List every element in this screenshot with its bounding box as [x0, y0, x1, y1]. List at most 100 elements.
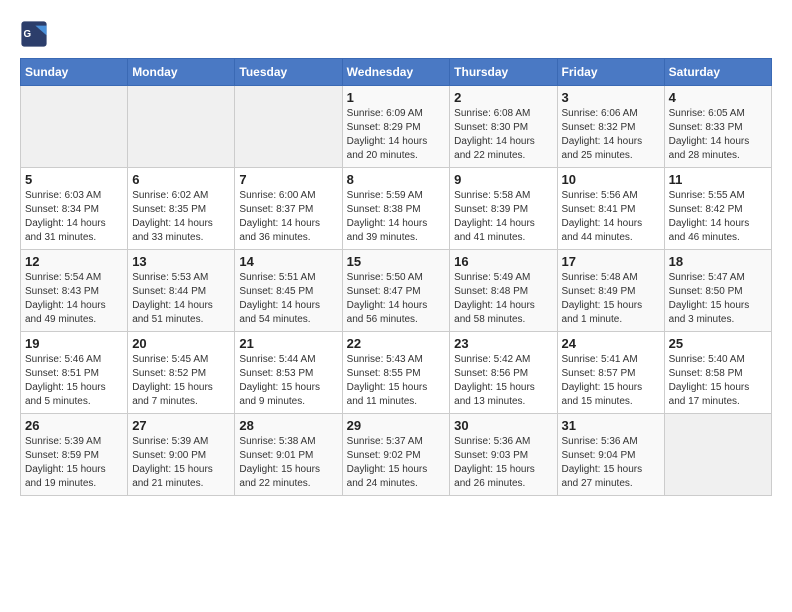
calendar-week-0: 1 Sunrise: 6:09 AM Sunset: 8:29 PM Daylig…: [21, 86, 772, 168]
calendar-cell: 21 Sunrise: 5:44 AM Sunset: 8:53 PM Dayli…: [235, 332, 342, 414]
calendar-cell: 11 Sunrise: 5:55 AM Sunset: 8:42 PM Dayli…: [664, 168, 771, 250]
calendar-cell: 30Sunrise: 5:36 AM Sunset: 9:03 PM Dayli…: [450, 414, 557, 496]
calendar-cell: 18 Sunrise: 5:47 AM Sunset: 8:50 PM Dayli…: [664, 250, 771, 332]
day-number: 16: [454, 254, 552, 269]
day-content: Sunrise: 5:58 AM Sunset: 8:39 PM Dayligh…: [454, 189, 552, 245]
day-content: Sunrise: 5:44 AM Sunset: 8:53 PM Dayligh…: [239, 353, 337, 409]
day-content: Sunrise: 5:56 AM Sunset: 8:41 PM Dayligh…: [562, 189, 660, 245]
day-number: 21: [239, 336, 337, 351]
weekday-header-thursday: Thursday: [450, 59, 557, 86]
day-content: Sunrise: 5:59 AM Sunset: 8:38 PM Dayligh…: [347, 189, 446, 245]
weekday-header-saturday: Saturday: [664, 59, 771, 86]
day-content: Sunrise: 6:02 AM Sunset: 8:35 PM Dayligh…: [132, 189, 230, 245]
calendar-cell: 9 Sunrise: 5:58 AM Sunset: 8:39 PM Daylig…: [450, 168, 557, 250]
weekday-row: SundayMondayTuesdayWednesdayThursdayFrid…: [21, 59, 772, 86]
day-number: 24: [562, 336, 660, 351]
day-number: 9: [454, 172, 552, 187]
day-number: 31: [562, 418, 660, 433]
day-content: Sunrise: 5:49 AM Sunset: 8:48 PM Dayligh…: [454, 271, 552, 327]
day-number: 23: [454, 336, 552, 351]
calendar-cell: 6Sunrise: 6:02 AM Sunset: 8:35 PM Daylig…: [128, 168, 235, 250]
day-number: 10: [562, 172, 660, 187]
day-content: Sunrise: 5:53 AM Sunset: 8:44 PM Dayligh…: [132, 271, 230, 327]
day-content: Sunrise: 5:50 AM Sunset: 8:47 PM Dayligh…: [347, 271, 446, 327]
calendar-cell: [21, 86, 128, 168]
day-content: Sunrise: 5:40 AM Sunset: 8:58 PM Dayligh…: [669, 353, 767, 409]
calendar-cell: 1 Sunrise: 6:09 AM Sunset: 8:29 PM Daylig…: [342, 86, 450, 168]
day-content: Sunrise: 6:06 AM Sunset: 8:32 PM Dayligh…: [562, 107, 660, 163]
day-content: Sunrise: 6:00 AM Sunset: 8:37 PM Dayligh…: [239, 189, 337, 245]
day-content: Sunrise: 5:41 AM Sunset: 8:57 PM Dayligh…: [562, 353, 660, 409]
day-number: 12: [25, 254, 123, 269]
day-number: 2: [454, 90, 552, 105]
calendar-cell: 4 Sunrise: 6:05 AM Sunset: 8:33 PM Daylig…: [664, 86, 771, 168]
day-number: 18: [669, 254, 767, 269]
day-content: Sunrise: 5:37 AM Sunset: 9:02 PM Dayligh…: [347, 435, 446, 491]
calendar-cell: 12 Sunrise: 5:54 AM Sunset: 8:43 PM Dayli…: [21, 250, 128, 332]
day-number: 17: [562, 254, 660, 269]
calendar-cell: 3 Sunrise: 6:06 AM Sunset: 8:32 PM Daylig…: [557, 86, 664, 168]
day-number: 28: [239, 418, 337, 433]
calendar-cell: 25 Sunrise: 5:40 AM Sunset: 8:58 PM Dayli…: [664, 332, 771, 414]
calendar-cell: [235, 86, 342, 168]
day-content: Sunrise: 5:45 AM Sunset: 8:52 PM Dayligh…: [132, 353, 230, 409]
calendar-cell: [128, 86, 235, 168]
day-number: 25: [669, 336, 767, 351]
calendar-table: SundayMondayTuesdayWednesdayThursdayFrid…: [20, 58, 772, 496]
calendar-week-2: 12 Sunrise: 5:54 AM Sunset: 8:43 PM Dayli…: [21, 250, 772, 332]
calendar-cell: 27 Sunrise: 5:39 AM Sunset: 9:00 PM Dayli…: [128, 414, 235, 496]
logo: G: [20, 20, 52, 48]
day-content: Sunrise: 5:43 AM Sunset: 8:55 PM Dayligh…: [347, 353, 446, 409]
day-number: 4: [669, 90, 767, 105]
calendar-cell: 20 Sunrise: 5:45 AM Sunset: 8:52 PM Dayli…: [128, 332, 235, 414]
calendar-cell: 22 Sunrise: 5:43 AM Sunset: 8:55 PM Dayli…: [342, 332, 450, 414]
day-number: 11: [669, 172, 767, 187]
day-content: Sunrise: 5:47 AM Sunset: 8:50 PM Dayligh…: [669, 271, 767, 327]
day-content: Sunrise: 5:39 AM Sunset: 8:59 PM Dayligh…: [25, 435, 123, 491]
day-number: 27: [132, 418, 230, 433]
calendar-cell: 14 Sunrise: 5:51 AM Sunset: 8:45 PM Dayli…: [235, 250, 342, 332]
day-number: 5: [25, 172, 123, 187]
calendar-cell: 16 Sunrise: 5:49 AM Sunset: 8:48 PM Dayli…: [450, 250, 557, 332]
svg-text:G: G: [24, 29, 32, 40]
day-content: Sunrise: 6:05 AM Sunset: 8:33 PM Dayligh…: [669, 107, 767, 163]
day-number: 15: [347, 254, 446, 269]
day-content: Sunrise: 5:39 AM Sunset: 9:00 PM Dayligh…: [132, 435, 230, 491]
day-number: 13: [132, 254, 230, 269]
calendar-cell: 24 Sunrise: 5:41 AM Sunset: 8:57 PM Dayli…: [557, 332, 664, 414]
calendar-cell: 29Sunrise: 5:37 AM Sunset: 9:02 PM Dayli…: [342, 414, 450, 496]
day-number: 26: [25, 418, 123, 433]
day-content: Sunrise: 5:36 AM Sunset: 9:04 PM Dayligh…: [562, 435, 660, 491]
calendar-cell: 2 Sunrise: 6:08 AM Sunset: 8:30 PM Daylig…: [450, 86, 557, 168]
calendar-body: 1 Sunrise: 6:09 AM Sunset: 8:29 PM Daylig…: [21, 86, 772, 496]
day-number: 30: [454, 418, 552, 433]
day-number: 3: [562, 90, 660, 105]
day-content: Sunrise: 5:51 AM Sunset: 8:45 PM Dayligh…: [239, 271, 337, 327]
day-content: Sunrise: 5:42 AM Sunset: 8:56 PM Dayligh…: [454, 353, 552, 409]
day-number: 7: [239, 172, 337, 187]
day-content: Sunrise: 5:46 AM Sunset: 8:51 PM Dayligh…: [25, 353, 123, 409]
day-content: Sunrise: 5:38 AM Sunset: 9:01 PM Dayligh…: [239, 435, 337, 491]
day-number: 1: [347, 90, 446, 105]
day-number: 19: [25, 336, 123, 351]
day-content: Sunrise: 6:03 AM Sunset: 8:34 PM Dayligh…: [25, 189, 123, 245]
calendar-week-3: 19 Sunrise: 5:46 AM Sunset: 8:51 PM Dayli…: [21, 332, 772, 414]
calendar-cell: 17Sunrise: 5:48 AM Sunset: 8:49 PM Dayli…: [557, 250, 664, 332]
day-number: 22: [347, 336, 446, 351]
calendar-cell: 31 Sunrise: 5:36 AM Sunset: 9:04 PM Dayli…: [557, 414, 664, 496]
calendar-header: SundayMondayTuesdayWednesdayThursdayFrid…: [21, 59, 772, 86]
day-content: Sunrise: 6:08 AM Sunset: 8:30 PM Dayligh…: [454, 107, 552, 163]
calendar-cell: 5 Sunrise: 6:03 AM Sunset: 8:34 PM Daylig…: [21, 168, 128, 250]
calendar-cell: 26 Sunrise: 5:39 AM Sunset: 8:59 PM Dayli…: [21, 414, 128, 496]
weekday-header-tuesday: Tuesday: [235, 59, 342, 86]
day-content: Sunrise: 6:09 AM Sunset: 8:29 PM Dayligh…: [347, 107, 446, 163]
weekday-header-monday: Monday: [128, 59, 235, 86]
day-number: 20: [132, 336, 230, 351]
day-content: Sunrise: 5:54 AM Sunset: 8:43 PM Dayligh…: [25, 271, 123, 327]
day-number: 14: [239, 254, 337, 269]
calendar-week-1: 5 Sunrise: 6:03 AM Sunset: 8:34 PM Daylig…: [21, 168, 772, 250]
day-number: 8: [347, 172, 446, 187]
calendar-cell: 8 Sunrise: 5:59 AM Sunset: 8:38 PM Daylig…: [342, 168, 450, 250]
day-content: Sunrise: 5:55 AM Sunset: 8:42 PM Dayligh…: [669, 189, 767, 245]
weekday-header-friday: Friday: [557, 59, 664, 86]
